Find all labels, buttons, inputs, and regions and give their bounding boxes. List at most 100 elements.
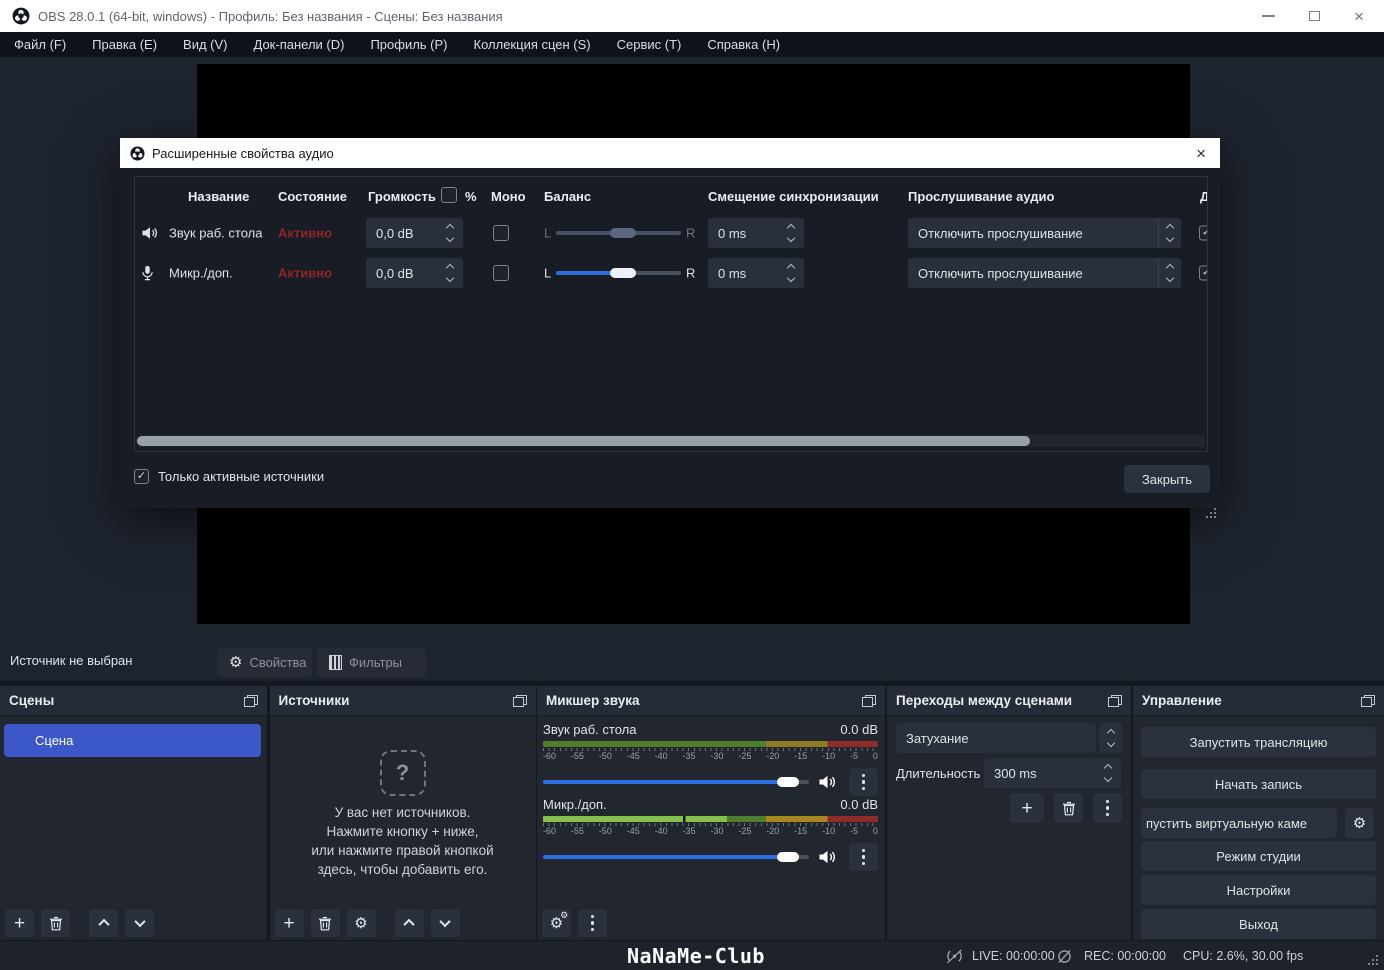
menu-item[interactable]: Правка (E) — [79, 32, 170, 57]
properties-button[interactable]: ⚙ Свойства — [217, 648, 312, 677]
channel-options-button[interactable] — [849, 843, 878, 871]
close-button[interactable]: × — [1354, 8, 1364, 25]
source-up-button[interactable] — [394, 909, 424, 937]
table-row: Звук раб. стола Активно 0,0 dB L R 0 ms … — [135, 214, 1207, 252]
dialog-titlebar[interactable]: Расширенные свойства аудио × — [120, 138, 1220, 168]
advanced-audio-button[interactable]: ⚙ ⚙ — [542, 909, 571, 937]
transition-select-arrows[interactable] — [1099, 723, 1122, 753]
volume-meter — [543, 816, 878, 822]
mixer-options-button[interactable] — [578, 909, 607, 937]
scrollbar-thumb[interactable] — [137, 436, 1030, 446]
menu-item[interactable]: Сервис (T) — [604, 32, 695, 57]
menu-item[interactable]: Профиль (P) — [357, 32, 460, 57]
volume-slider-handle[interactable] — [777, 852, 800, 862]
add-source-button[interactable]: + — [274, 909, 304, 937]
controls-panel: Управление Запустить трансляцию Начать з… — [1133, 686, 1384, 940]
balance-handle[interactable] — [609, 268, 636, 278]
virtual-camera-settings-button[interactable]: ⚙ — [1345, 808, 1374, 838]
menu-item[interactable]: Файл (F) — [1, 32, 79, 57]
monitoring-dropdown[interactable]: Отключить прослушивание — [908, 218, 1181, 248]
channel-name: Микр./доп. — [543, 797, 607, 812]
transition-select[interactable]: Затухание — [896, 723, 1096, 753]
dots-icon — [861, 848, 866, 866]
remove-source-button[interactable] — [310, 909, 340, 937]
duration-spinbox[interactable]: 300 ms — [984, 758, 1121, 788]
speaker-icon — [141, 226, 158, 241]
dialog-close-button[interactable]: Закрыть — [1124, 465, 1210, 493]
sync-offset-spinbox[interactable]: 0 ms — [708, 258, 804, 288]
mono-checkbox[interactable] — [493, 265, 509, 281]
sources-empty-line: здесь, чтобы добавить его. — [317, 862, 488, 877]
exit-button[interactable]: Выход — [1141, 909, 1376, 939]
transition-options-button[interactable] — [1093, 793, 1122, 823]
menu-item[interactable]: Вид (V) — [170, 32, 240, 57]
sync-offset-spinbox[interactable]: 0 ms — [708, 218, 804, 248]
track-checkbox[interactable]: ✓ — [1199, 265, 1207, 281]
scene-up-button[interactable] — [89, 909, 118, 937]
spinner-arrows[interactable] — [1103, 763, 1113, 783]
table-row: Микр./доп. Активно 0,0 dB L R 0 ms Отклю… — [135, 254, 1207, 292]
spinner-arrows[interactable] — [786, 263, 796, 283]
remove-transition-button[interactable] — [1054, 793, 1083, 823]
chevron-up-icon — [97, 918, 110, 931]
volume-percent-checkbox[interactable] — [441, 187, 457, 203]
channel-options-button[interactable] — [849, 768, 878, 796]
popout-icon[interactable] — [1361, 694, 1375, 707]
minimize-button[interactable] — [1262, 15, 1276, 17]
volume-slider[interactable] — [543, 852, 809, 862]
horizontal-scrollbar[interactable] — [136, 435, 1206, 447]
volume-slider-handle[interactable] — [777, 777, 800, 787]
scene-item[interactable]: Сцена — [4, 724, 261, 757]
popout-icon[interactable] — [244, 694, 258, 707]
audio-mixer-panel: Микшер звука Звук раб. стола 0.0 dB -60 -… — [537, 686, 885, 940]
scene-down-button[interactable] — [125, 909, 154, 937]
balance-left-label: L — [544, 265, 552, 281]
live-time: LIVE: 00:00:00 — [972, 949, 1055, 963]
studio-mode-button[interactable]: Режим студии — [1141, 841, 1376, 871]
dialog-resize-grip[interactable] — [1214, 516, 1216, 518]
volume-slider[interactable] — [543, 777, 809, 787]
spinner-arrows[interactable] — [445, 263, 455, 283]
track-checkbox[interactable]: ✓ — [1199, 225, 1207, 241]
source-down-button[interactable] — [430, 909, 460, 937]
virtual-camera-button[interactable]: пустить виртуальную каме — [1141, 808, 1337, 838]
start-streaming-button[interactable]: Запустить трансляцию — [1141, 727, 1376, 757]
popout-icon[interactable] — [862, 694, 876, 707]
popout-icon[interactable] — [512, 694, 527, 707]
column-balance: Баланс — [544, 189, 592, 204]
meter-scale-label: -20 — [766, 751, 780, 761]
filters-button[interactable]: Фильтры — [317, 648, 426, 677]
balance-slider[interactable] — [556, 268, 681, 278]
source-properties-button[interactable]: ⚙ — [346, 909, 376, 937]
spinner-arrows[interactable] — [786, 223, 796, 243]
start-recording-button[interactable]: Начать запись — [1141, 769, 1376, 799]
settings-button[interactable]: Настройки — [1141, 875, 1376, 905]
remove-scene-button[interactable] — [41, 909, 70, 937]
add-scene-button[interactable]: + — [5, 909, 34, 937]
meter-scale-label: -55 — [570, 826, 584, 836]
dialog-close-icon[interactable]: × — [1196, 145, 1210, 162]
monitoring-dropdown[interactable]: Отключить прослушивание — [908, 258, 1181, 288]
meter-scale-label: -35 — [682, 826, 696, 836]
balance-handle[interactable] — [609, 228, 636, 238]
menu-item[interactable]: Справка (H) — [694, 32, 793, 57]
record-time: REC: 00:00:00 — [1084, 949, 1166, 963]
maximize-button[interactable] — [1309, 11, 1321, 21]
window-resize-grip[interactable] — [1376, 963, 1378, 965]
trash-icon — [319, 916, 331, 930]
obs-logo-icon — [12, 7, 30, 25]
menu-item[interactable]: Док-панели (D) — [241, 32, 358, 57]
popout-icon[interactable] — [1108, 694, 1122, 707]
volume-spinbox[interactable]: 0,0 dB — [366, 218, 463, 248]
trash-icon — [49, 916, 62, 930]
volume-spinbox[interactable]: 0,0 dB — [366, 258, 463, 288]
balance-slider[interactable] — [556, 228, 681, 238]
add-transition-button[interactable]: + — [1010, 793, 1044, 823]
menu-item[interactable]: Коллекция сцен (S) — [461, 32, 604, 57]
speaker-icon[interactable] — [818, 849, 836, 865]
mono-checkbox[interactable] — [493, 225, 509, 241]
speaker-icon[interactable] — [818, 774, 836, 790]
active-only-checkbox[interactable]: ✓ — [134, 469, 149, 484]
spinner-arrows[interactable] — [445, 223, 455, 243]
cpu-fps-stats: CPU: 2.6%, 30.00 fps — [1183, 949, 1304, 963]
